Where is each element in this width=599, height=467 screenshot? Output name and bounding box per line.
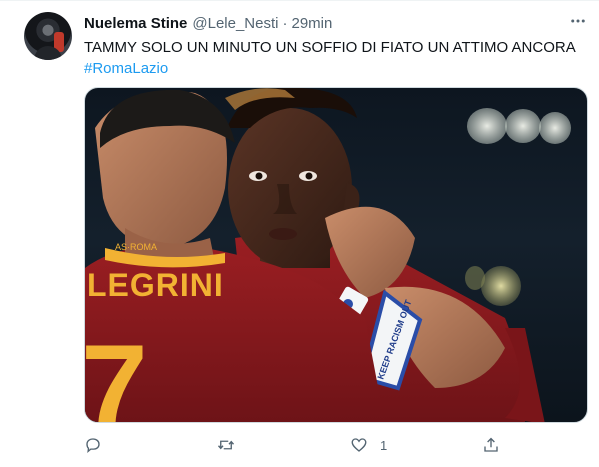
tweet-header: Nuelema Stine @Lele_Nesti · 29min xyxy=(84,13,332,33)
club-text: AS·ROMA xyxy=(115,242,157,252)
avatar[interactable] xyxy=(24,12,72,60)
share-icon xyxy=(484,437,498,452)
tweet-text-line: TAMMY SOLO UN MINUTO UN SOFFIO DI FIATO … xyxy=(84,39,576,56)
hashtag-link[interactable]: #RomaLazio xyxy=(84,58,584,79)
player-pupil xyxy=(255,172,263,180)
more-horizontal-icon xyxy=(571,19,585,23)
player-pupil xyxy=(305,172,313,180)
heart-icon xyxy=(351,438,367,452)
author-handle[interactable]: @Lele_Nesti xyxy=(192,15,278,32)
stadium-light xyxy=(467,108,507,144)
tweet-text: TAMMY SOLO UN MINUTO UN SOFFIO DI FIATO … xyxy=(84,37,584,79)
stadium-light xyxy=(481,266,521,306)
retweet-icon xyxy=(217,440,235,450)
stadium-light xyxy=(539,112,571,144)
tweet-photo[interactable]: KEEP RACISM OUT AS·ROMA LEGRINI 7 xyxy=(84,87,588,423)
share-button[interactable] xyxy=(482,431,500,459)
player-mouth xyxy=(269,228,297,240)
retweet-button[interactable] xyxy=(217,431,235,459)
like-count: 1 xyxy=(380,437,388,453)
reply-icon xyxy=(86,438,100,454)
author-name[interactable]: Nuelema Stine xyxy=(84,15,187,32)
jersey-name: LEGRINI xyxy=(87,267,224,303)
jersey-number: 7 xyxy=(85,320,148,423)
tweet-card[interactable]: Nuelema Stine @Lele_Nesti · 29min TAMMY … xyxy=(0,0,599,467)
stadium-light xyxy=(505,109,541,143)
stadium-light xyxy=(465,266,485,290)
separator-dot: · xyxy=(282,14,288,32)
more-options-button[interactable] xyxy=(564,11,592,31)
reply-button[interactable] xyxy=(84,431,102,459)
tweet-time[interactable]: 29min xyxy=(291,15,332,32)
tweet-actions: 1 xyxy=(84,431,564,459)
photo-scene: KEEP RACISM OUT AS·ROMA LEGRINI 7 xyxy=(85,88,571,423)
like-button[interactable]: 1 xyxy=(350,431,387,459)
